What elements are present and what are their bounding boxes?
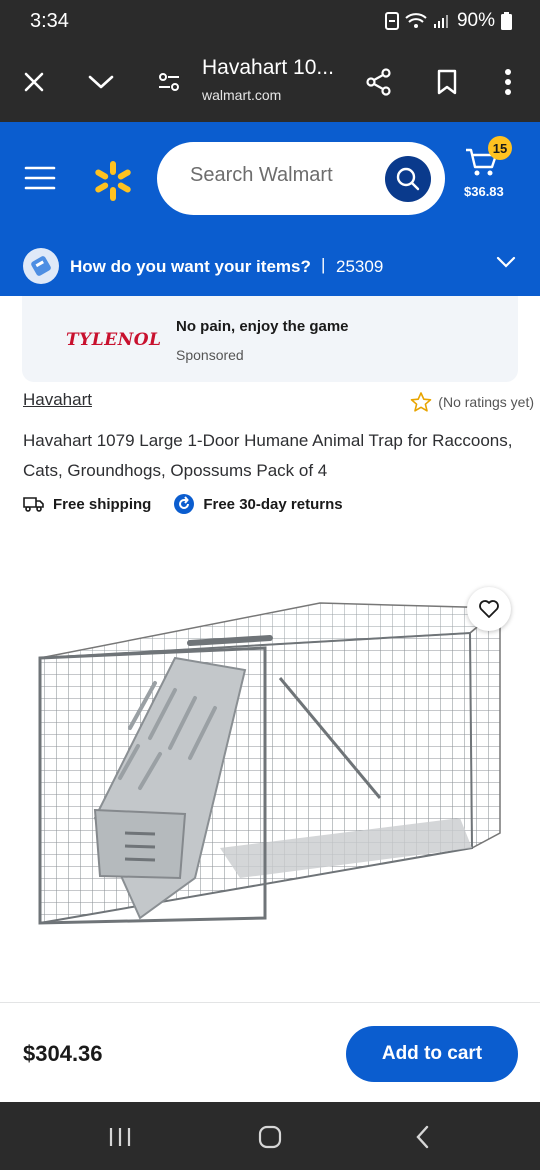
page-title[interactable]: Havahart 10...	[202, 56, 334, 80]
returns-icon	[174, 494, 195, 514]
more-options-button[interactable]	[488, 62, 528, 102]
favorite-button[interactable]	[467, 587, 511, 631]
close-icon	[24, 72, 44, 92]
page-settings-icon	[159, 73, 179, 91]
notification-icon	[384, 12, 399, 30]
status-icons: 90%	[384, 10, 512, 32]
page-url[interactable]: walmart.com	[202, 87, 281, 103]
cart-button[interactable]: 15 $36.83	[462, 136, 522, 210]
recents-icon	[109, 1128, 131, 1146]
product-perks: Free shipping Free 30-day returns	[23, 493, 343, 515]
home-button[interactable]	[250, 1122, 290, 1152]
battery-icon	[501, 12, 512, 30]
ad-title: No pain, enjoy the game	[176, 318, 349, 335]
sponsored-ad-banner[interactable]: TYLENOL No pain, enjoy the game Sponsore…	[22, 296, 518, 382]
search-icon	[396, 167, 420, 191]
purchase-bar: $304.36 Add to cart	[0, 1002, 540, 1102]
rating-text: (No ratings yet)	[438, 394, 534, 410]
brand-link[interactable]: Havahart	[23, 390, 92, 410]
delivery-selector[interactable]: How do you want your items? | 25309	[0, 240, 540, 296]
home-icon	[258, 1125, 282, 1149]
status-bar: 3:34 90%	[0, 0, 540, 44]
cart-count-badge: 15	[488, 136, 512, 160]
search-button[interactable]	[385, 156, 431, 202]
rating-summary[interactable]: (No ratings yet)	[410, 391, 534, 413]
bookmark-button[interactable]	[427, 62, 467, 102]
free-shipping-label: Free shipping	[53, 495, 152, 513]
tylenol-logo: TYLENOL	[66, 330, 162, 350]
page-settings-button[interactable]	[149, 62, 189, 102]
product-image[interactable]	[20, 578, 520, 978]
walmart-spark-logo[interactable]	[92, 160, 134, 202]
delivery-separator: |	[321, 255, 326, 274]
minimize-button[interactable]	[81, 62, 121, 102]
back-button[interactable]	[403, 1122, 443, 1152]
share-icon	[366, 68, 391, 96]
search-input[interactable]	[190, 164, 380, 187]
back-icon	[416, 1125, 429, 1149]
more-vert-icon	[505, 69, 511, 95]
chevron-down-icon	[88, 75, 114, 89]
product-price: $304.36	[23, 1041, 103, 1066]
chevron-down-icon	[496, 256, 516, 268]
wifi-icon	[405, 13, 427, 28]
cart-total: $36.83	[464, 184, 504, 199]
search-bar	[157, 142, 445, 215]
truck-icon	[23, 497, 44, 512]
battery-percent: 90%	[456, 10, 495, 31]
sponsored-label: Sponsored	[176, 347, 244, 363]
delivery-zip: 25309	[336, 257, 384, 276]
site-header: 15 $36.83 How do you want your items? | …	[0, 122, 540, 296]
close-tab-button[interactable]	[14, 62, 54, 102]
delivery-question: How do you want your items?	[70, 257, 311, 276]
menu-icon[interactable]	[24, 166, 56, 190]
heart-icon	[479, 600, 499, 618]
delivery-option-icon	[23, 248, 59, 284]
free-returns-perk: Free 30-day returns	[173, 493, 343, 515]
bookmark-icon	[437, 69, 457, 95]
free-shipping-perk: Free shipping	[23, 496, 151, 513]
star-icon	[410, 392, 432, 412]
free-returns-label: Free 30-day returns	[203, 495, 343, 513]
status-time: 3:34	[30, 10, 69, 32]
add-to-cart-button[interactable]: Add to cart	[346, 1026, 518, 1082]
recent-apps-button[interactable]	[100, 1122, 140, 1152]
signal-icon	[433, 15, 448, 28]
browser-toolbar: Havahart 10... walmart.com	[0, 44, 540, 122]
product-title: Havahart 1079 Large 1-Door Humane Animal…	[23, 431, 513, 480]
share-button[interactable]	[359, 62, 399, 102]
system-nav-bar	[0, 1102, 540, 1170]
